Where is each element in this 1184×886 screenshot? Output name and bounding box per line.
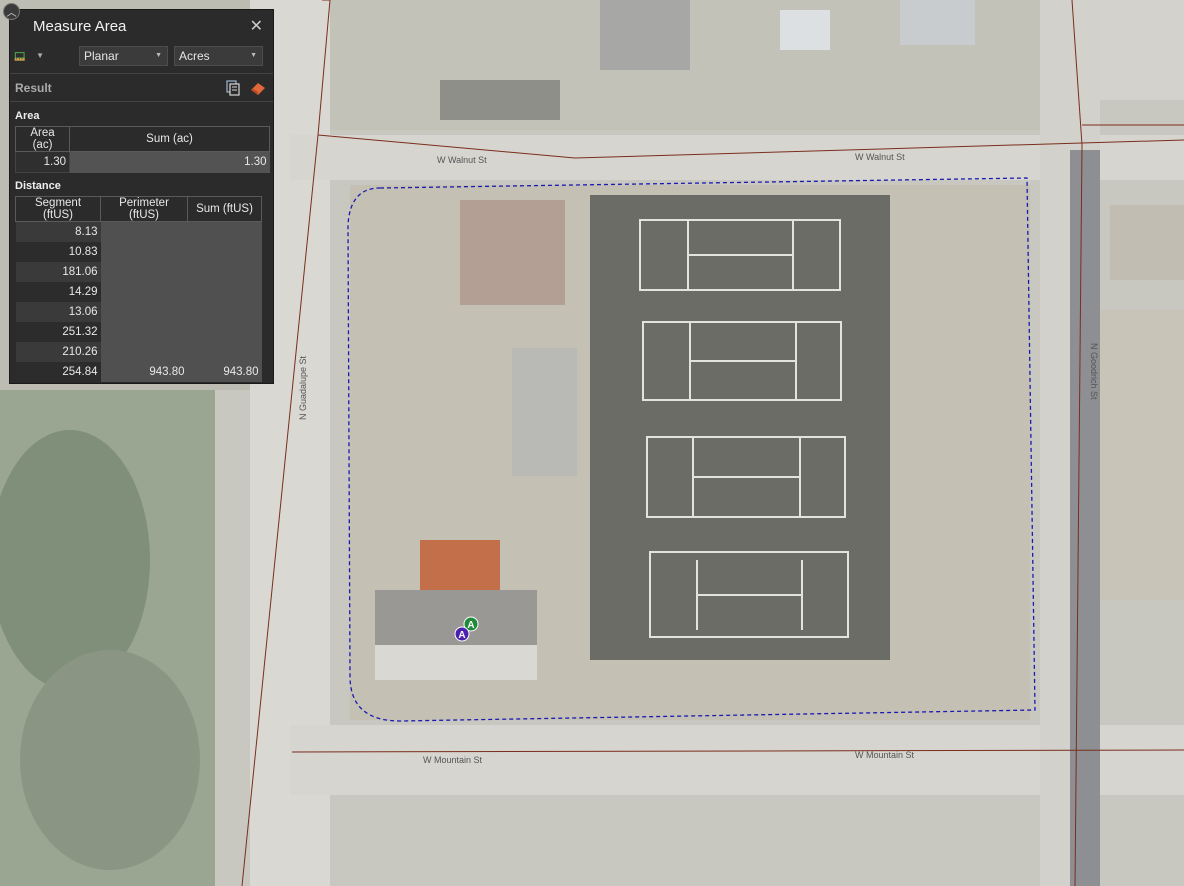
table-row: 13.06 [15, 302, 262, 322]
collapse-toggle-button[interactable]: ︿ [3, 3, 20, 20]
building-roof [512, 348, 577, 476]
building-roof [1100, 310, 1184, 600]
close-button[interactable]: ✕ [248, 16, 265, 36]
sum-value: 943.80 [187, 362, 262, 382]
perimeter-value [100, 302, 188, 322]
measure-area-icon [14, 51, 25, 61]
area-header-sum: Sum (ac) [69, 126, 270, 152]
table-row: 14.29 [15, 282, 262, 302]
sum-value [187, 302, 262, 322]
segment-value: 10.83 [15, 242, 101, 262]
sum-value [187, 282, 262, 302]
building-roof [375, 645, 537, 680]
road-label-guadalupe: N Guadalupe St [298, 355, 308, 420]
tennis-court-surface [590, 195, 890, 660]
measure-toolbar: ▼ Planar ▼ Acres ▼ [10, 42, 273, 69]
road-label-walnut-right: W Walnut St [855, 152, 905, 162]
house-roof [900, 0, 975, 45]
perimeter-value [100, 262, 188, 282]
sum-value [187, 262, 262, 282]
road-label-mountain-right: W Mountain St [855, 750, 915, 760]
building-roof [460, 200, 565, 305]
perimeter-value [100, 221, 188, 242]
result-label: Result [15, 80, 52, 95]
segment-value: 254.84 [15, 362, 101, 382]
house-roof [780, 10, 830, 50]
house-roof [1090, 0, 1184, 100]
table-row: 1.30 1.30 [15, 151, 270, 173]
chevron-up-icon: ︿ [6, 8, 17, 19]
tree-canopy [20, 650, 200, 870]
table-row: 210.26 [15, 342, 262, 362]
road-label-goodrich: N Goodrich St [1089, 343, 1099, 400]
chevron-down-icon: ▼ [250, 52, 257, 59]
unit-select[interactable]: Acres ▼ [174, 45, 263, 66]
table-row: 10.83 [15, 242, 262, 262]
segment-value: 251.32 [15, 322, 101, 342]
perimeter-value [100, 322, 188, 342]
distance-header-perimeter: Perimeter (ftUS) [100, 196, 188, 222]
perimeter-value: 943.80 [100, 362, 188, 382]
distance-section-label: Distance [15, 180, 61, 192]
sum-value [187, 322, 262, 342]
mode-select-value: Planar [84, 48, 119, 63]
chevron-down-icon: ▼ [155, 52, 162, 59]
mode-select[interactable]: Planar ▼ [79, 45, 168, 66]
area-value: 1.30 [15, 151, 70, 173]
marker-green-label: A [467, 620, 474, 631]
segment-value: 210.26 [15, 342, 101, 362]
area-section-label: Area [15, 110, 40, 122]
distance-header-segment: Segment (ftUS) [15, 196, 101, 222]
measure-tool-dropdown[interactable]: ▼ [14, 46, 44, 66]
marker-purple-label: A [458, 630, 465, 641]
perimeter-value [100, 242, 188, 262]
panel-title: Measure Area [33, 17, 127, 35]
sum-value [187, 221, 262, 242]
panel-title-bar[interactable]: Measure Area ✕ [10, 10, 273, 42]
table-row: 8.13 [15, 221, 262, 242]
table-row: 181.06 [15, 262, 262, 282]
building-roof [420, 540, 500, 590]
house-roof [600, 0, 690, 70]
table-row: 251.32 [15, 322, 262, 342]
shadow-area [440, 80, 560, 120]
segment-value: 8.13 [15, 221, 101, 242]
area-header-area: Area (ac) [15, 126, 70, 152]
road-label-walnut-left: W Walnut St [437, 155, 487, 165]
measure-area-panel: Measure Area ✕ ▼ Planar ▼ Acres ▼ Result [9, 9, 274, 384]
chevron-down-icon: ▼ [36, 51, 44, 60]
distance-header-sum: Sum (ftUS) [187, 196, 262, 222]
area-sum: 1.30 [69, 151, 270, 173]
distance-table: Segment (ftUS) Perimeter (ftUS) Sum (ftU… [15, 196, 262, 382]
segment-value: 13.06 [15, 302, 101, 322]
eraser-icon[interactable] [249, 80, 267, 96]
building-roof [1110, 205, 1184, 280]
copy-icon[interactable] [225, 79, 241, 96]
unit-select-value: Acres [179, 48, 210, 63]
shadow-area [1070, 150, 1100, 886]
perimeter-value [100, 342, 188, 362]
marker-purple[interactable]: A [454, 626, 470, 642]
result-bar: Result [10, 73, 273, 102]
sum-value [187, 242, 262, 262]
segment-value: 14.29 [15, 282, 101, 302]
perimeter-value [100, 282, 188, 302]
segment-value: 181.06 [15, 262, 101, 282]
sum-value [187, 342, 262, 362]
area-table: Area (ac) Sum (ac) 1.30 1.30 [15, 126, 270, 173]
road-label-mountain-left: W Mountain St [423, 755, 483, 765]
table-row: 254.84 943.80 943.80 [15, 362, 262, 382]
